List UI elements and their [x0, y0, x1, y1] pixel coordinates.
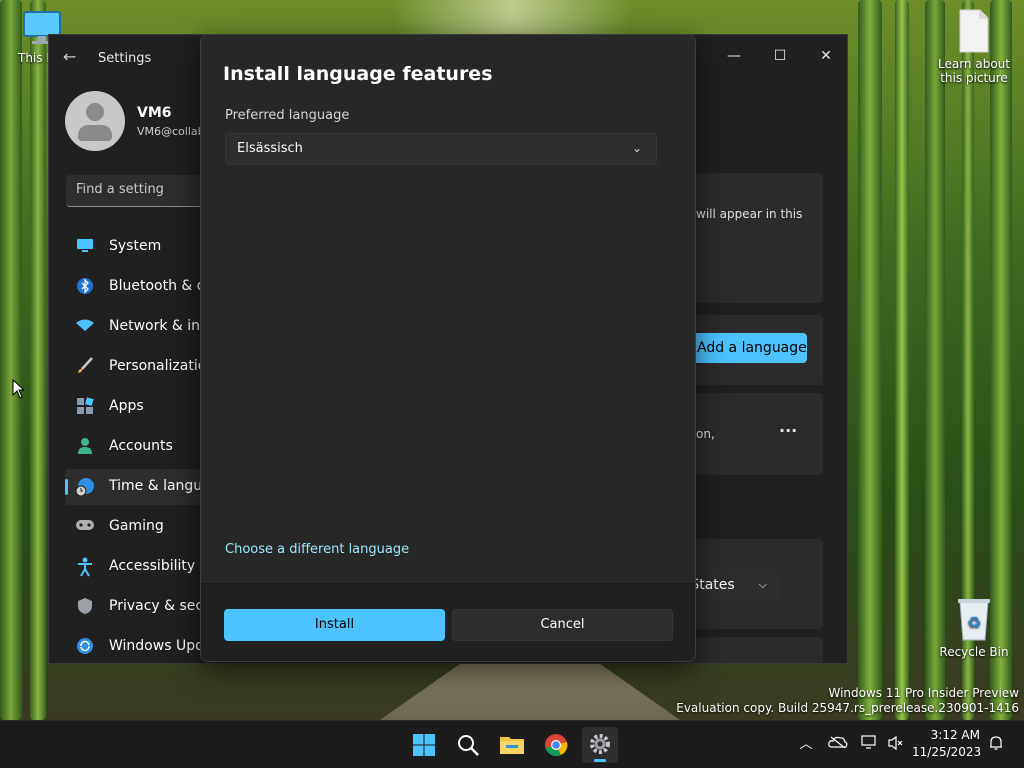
sidebar-item-label: Gaming: [109, 518, 164, 534]
windows-logo-icon: [413, 734, 435, 756]
card-description: will appear in this: [696, 207, 803, 221]
recycle-bin-icon: ♻: [958, 599, 990, 641]
dialog-footer: Install Cancel: [201, 583, 695, 661]
chevron-down-icon: ⌄: [631, 141, 642, 155]
language-item-text: on,: [696, 427, 715, 441]
cancel-button[interactable]: Cancel: [452, 609, 673, 641]
gamepad-icon: [75, 517, 95, 537]
globe-clock-icon: [75, 477, 95, 497]
file-explorer-button[interactable]: [494, 727, 530, 763]
choose-different-language-link[interactable]: Choose a different language: [225, 542, 409, 557]
taskbar: ︿ 3:12 AM 11/25/2023: [0, 720, 1024, 768]
recycle-bin-label: Recycle Bin: [939, 645, 1009, 659]
preferred-language-label: Preferred language: [225, 108, 350, 123]
install-button[interactable]: Install: [224, 609, 445, 641]
clock-time[interactable]: 3:12 AM: [918, 728, 980, 742]
chrome-icon: [545, 734, 568, 757]
clock-date[interactable]: 11/25/2023: [912, 745, 981, 759]
watermark-line-1: Windows 11 Pro Insider Preview: [828, 686, 1019, 700]
sidebar-item-label: Apps: [109, 398, 144, 414]
svg-text:♻: ♻: [967, 613, 981, 632]
start-button[interactable]: [406, 727, 442, 763]
install-language-dialog: Install language features Preferred lang…: [200, 34, 696, 662]
search-icon: [458, 735, 479, 756]
profile-email: VM6@collab: [137, 125, 201, 138]
more-options-icon[interactable]: ···: [779, 421, 797, 440]
brush-icon: [75, 357, 95, 377]
preferred-language-dropdown[interactable]: Elsässisch ⌄: [225, 133, 657, 165]
close-button[interactable]: ✕: [803, 41, 847, 71]
onedrive-offline-icon[interactable]: [828, 735, 848, 755]
search-placeholder: Find a setting: [76, 182, 164, 197]
folder-icon: [500, 737, 524, 754]
mouse-cursor-icon: [12, 379, 24, 399]
settings-taskbar-button[interactable]: [582, 727, 618, 763]
selected-language: Elsässisch: [237, 141, 303, 156]
avatar[interactable]: [65, 91, 125, 151]
wifi-icon: [75, 317, 95, 337]
accessibility-icon: [75, 557, 95, 577]
sidebar-item-label: Accessibility: [109, 558, 196, 574]
settings-title: Settings: [98, 51, 152, 66]
shield-icon: [75, 597, 95, 617]
search-button[interactable]: [450, 727, 486, 763]
add-language-button[interactable]: Add a language: [687, 333, 807, 363]
person-icon: [75, 437, 95, 457]
learn-about-label-2: this picture: [940, 71, 1008, 85]
notification-bell-icon[interactable]: [986, 735, 1006, 755]
apps-icon: [75, 397, 95, 417]
document-icon: [959, 9, 989, 53]
profile-name: VM6: [137, 105, 172, 121]
chevron-down-icon: ⌵: [758, 578, 767, 591]
sidebar-item-label: Accounts: [109, 438, 173, 454]
monitor-icon: [75, 237, 95, 257]
network-icon[interactable]: [860, 735, 880, 755]
learn-about-picture-shortcut[interactable]: Learn about this picture: [936, 8, 1012, 85]
sidebar-item-label: System: [109, 238, 162, 254]
watermark-line-2: Evaluation copy. Build 25947.rs_prerelea…: [676, 701, 1019, 715]
gear-icon: [590, 734, 610, 754]
chrome-button[interactable]: [538, 727, 574, 763]
minimize-button[interactable]: —: [711, 41, 757, 71]
recycle-bin-shortcut[interactable]: ♻ Recycle Bin: [936, 596, 1012, 659]
dialog-title: Install language features: [223, 63, 493, 85]
update-icon: [75, 637, 95, 657]
bluetooth-icon: [75, 277, 95, 297]
learn-about-label-1: Learn about: [938, 57, 1010, 71]
volume-muted-icon[interactable]: [886, 735, 906, 755]
back-arrow-icon[interactable]: ←: [63, 47, 83, 67]
maximize-button[interactable]: ☐: [757, 41, 803, 71]
chevron-up-icon[interactable]: ︿: [796, 735, 816, 755]
